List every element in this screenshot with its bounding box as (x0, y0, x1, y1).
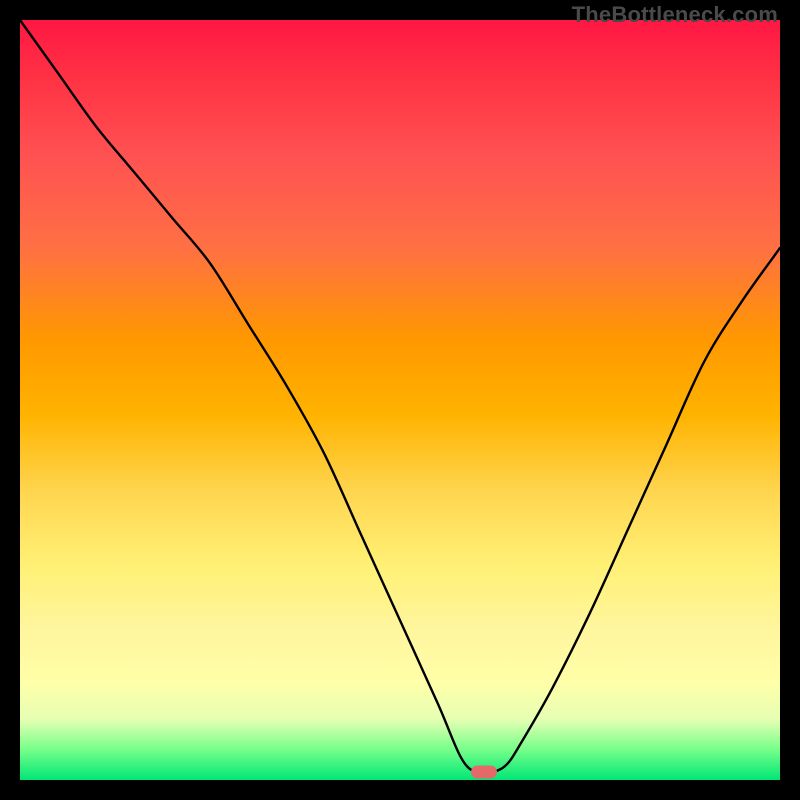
watermark-text: TheBottleneck.com (572, 2, 778, 28)
plot-area (20, 20, 780, 780)
chart-frame: TheBottleneck.com (0, 0, 800, 800)
optimal-marker (471, 766, 497, 779)
bottleneck-curve (20, 20, 780, 780)
